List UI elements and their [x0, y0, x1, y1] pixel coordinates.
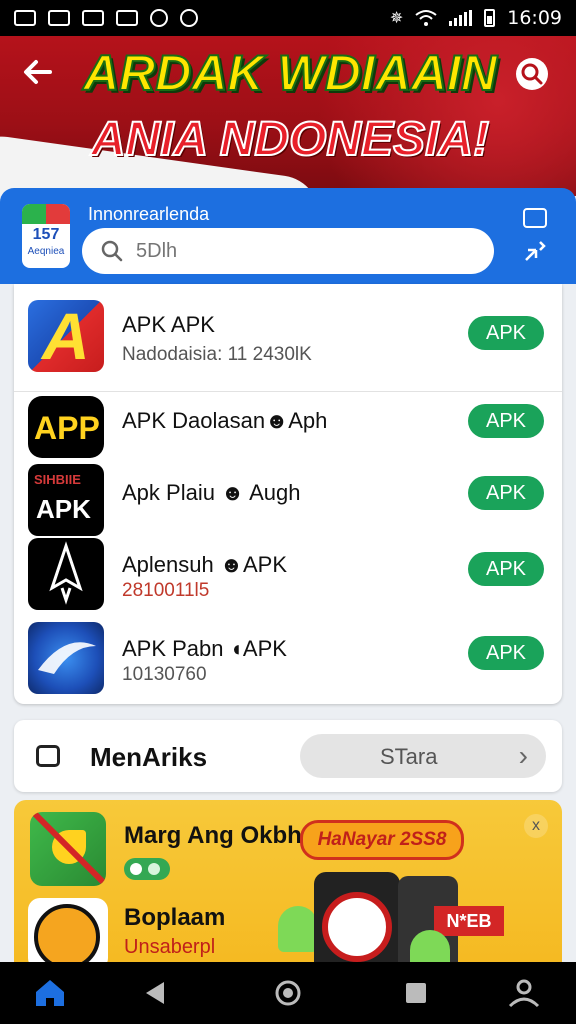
circle-home-icon — [275, 980, 301, 1006]
home-button[interactable] — [30, 976, 70, 1010]
promo-subtitle-2: Unsaberpl — [124, 936, 216, 958]
triangle-back-icon — [146, 982, 164, 1004]
image-notification-icon — [82, 10, 104, 26]
game-app-icon — [28, 898, 108, 970]
share-icon[interactable] — [522, 238, 548, 264]
brand-logo-icon — [322, 892, 392, 962]
home-icon — [36, 980, 64, 1006]
promo-badge: HaNayar 2SS8 — [300, 820, 464, 860]
list-item[interactable]: APP APK Daolasan☻Aph APK — [14, 392, 562, 462]
logo-number: 157 — [32, 226, 60, 243]
logo-flag-icon — [22, 204, 70, 224]
back-nav-button[interactable] — [138, 976, 178, 1010]
app-icon: APP — [28, 396, 104, 458]
list-item[interactable]: APK Pabn ◖APK 10130760 APK — [14, 618, 562, 704]
phone-illustration — [314, 872, 400, 970]
apk-icon: SIHBIIE APK — [28, 464, 104, 536]
list-item[interactable]: SIHBIIE APK Apk Plaiu ☻ Augh APK — [14, 462, 562, 538]
arrow-left-icon — [24, 60, 52, 84]
status-notifications — [14, 9, 198, 27]
status-system: ✵ 16:09 — [390, 7, 562, 29]
hero-banner: ARDAK WDIAAIN ANIA NDONESIA! — [0, 36, 576, 196]
chevron-right-icon: › — [518, 740, 528, 771]
header-label: Innonrearlenda — [88, 204, 210, 224]
banner-title-line2: ANIA NDONESIA! — [90, 112, 490, 167]
app-title: Apk Plaiu ☻ Augh — [122, 480, 301, 505]
menariks-label: MenAriks — [90, 742, 208, 772]
recents-button[interactable] — [396, 976, 436, 1010]
apk-download-button[interactable]: APK — [468, 636, 544, 670]
apk-download-button[interactable]: APK — [468, 476, 544, 510]
search-button[interactable] — [514, 56, 554, 96]
downloads-icon[interactable] — [523, 208, 547, 228]
home-nav-button[interactable] — [268, 976, 308, 1010]
app-title: APK Daolasan☻Aph — [122, 408, 328, 433]
edit-icon — [36, 745, 60, 767]
app-subtitle: Nadodaisia: 11 2430lK — [122, 344, 312, 365]
promo-title-2: Boplaam — [124, 904, 226, 931]
app-list: A APK APK Nadodaisia: 11 2430lK APK APP … — [14, 284, 562, 704]
apk-download-button[interactable]: APK — [468, 552, 544, 586]
blue-swirl-icon — [28, 622, 104, 694]
notification-icon — [48, 10, 70, 26]
app-title: APK Pabn ◖APK — [122, 636, 287, 661]
promo-title: Marg Ang Okbh — [124, 822, 302, 849]
apk-download-button[interactable]: APK — [468, 316, 544, 350]
header-actions — [522, 208, 548, 264]
search-icon — [101, 240, 123, 262]
assistant-button[interactable] — [504, 976, 544, 1010]
logo-caption: Aeqniea — [27, 246, 65, 257]
notification-icon — [14, 10, 36, 26]
app-title: Aplensuh ☻APK — [122, 552, 288, 577]
navigation-bar — [0, 962, 576, 1024]
search-header: 157 Aeqniea Innonrearlenda — [0, 188, 576, 284]
android-mascot-icon — [278, 906, 318, 952]
status-bar: ✵ 16:09 — [0, 0, 576, 36]
app-subtitle: 2810011l5 — [122, 580, 210, 601]
bird-app-icon — [30, 812, 106, 886]
app-subtitle: 10130760 — [122, 664, 207, 685]
face-icon — [34, 904, 100, 970]
status-dropdown[interactable]: STara › — [300, 734, 546, 778]
menariks-bar[interactable]: MenAriks STara › — [14, 720, 562, 792]
apk-download-button[interactable]: APK — [468, 404, 544, 438]
bluetooth-icon: ✵ — [389, 10, 404, 27]
rocket-icon — [28, 538, 104, 610]
search-field[interactable] — [82, 228, 494, 274]
signal-icon — [449, 10, 473, 26]
status-label: STara — [380, 744, 438, 769]
promo-card[interactable]: Marg Ang Okbh HaNayar 2SS8 x Boplaam Uns… — [14, 800, 562, 970]
promo-tag: N*EB — [434, 906, 504, 936]
search-input[interactable] — [136, 239, 436, 263]
banner-title-line1: ARDAK WDIAAIN — [82, 44, 498, 102]
person-icon — [508, 979, 540, 1008]
search-icon — [516, 58, 548, 90]
back-button[interactable] — [22, 56, 62, 96]
close-icon[interactable]: x — [524, 814, 548, 838]
sync-notification-icon — [150, 9, 168, 27]
prohibited-slash-icon — [32, 812, 106, 886]
square-recents-icon — [406, 983, 426, 1003]
a-logo-icon: A — [28, 300, 104, 372]
list-item[interactable]: A APK APK Nadodaisia: 11 2430lK APK — [14, 284, 562, 392]
list-item[interactable]: Aplensuh ☻APK 2810011l5 APK — [14, 538, 562, 618]
mail-notification-icon — [116, 10, 138, 26]
wifi-icon — [415, 10, 437, 26]
app-notification-icon — [180, 9, 198, 27]
app-logo[interactable]: 157 Aeqniea — [22, 204, 70, 268]
app-title: APK APK — [122, 312, 215, 337]
promo-toggle[interactable] — [124, 858, 170, 880]
clock: 16:09 — [507, 7, 562, 29]
battery-icon — [484, 9, 496, 27]
